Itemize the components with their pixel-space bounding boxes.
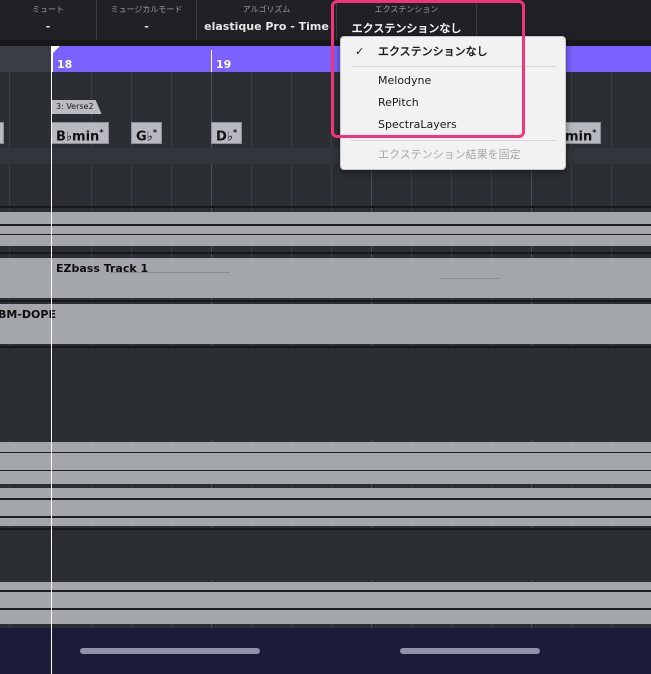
waveform [0,470,651,471]
waveform [80,648,260,654]
chord-event[interactable]: G♭* [131,122,162,144]
ruler-tick [211,50,212,72]
info-label: アルゴリズム [242,5,291,14]
chord-mark: * [232,128,238,137]
menu-item-no-extension[interactable]: ✓ エクステンションなし [341,41,565,63]
checkmark-icon: ✓ [355,45,365,58]
menu-item-spectralayers[interactable]: SpectraLayers [341,114,565,136]
info-column-extension[interactable]: エクステンション エクステンションなし [337,0,477,40]
audio-event[interactable] [0,488,651,526]
info-value: - [45,20,51,33]
waveform [0,224,651,226]
menu-item-repitch[interactable]: RePitch [341,92,565,114]
info-value: エクステンションなし [351,22,462,35]
midi-event[interactable]: BM-DOPE [0,304,651,344]
menu-separator [351,66,557,67]
empty-lane [0,530,651,580]
menu-item-label: Melodyne [378,74,432,87]
menu-item-label: エクステンション結果を固定 [378,148,521,161]
cubase-project-window: ミュート - ミュージカルモード - アルゴリズム elastique Pro … [0,0,651,674]
midi-note [110,272,230,273]
chord-event[interactable] [0,122,4,144]
info-value: - [144,20,149,33]
event-name: BM-DOPE [0,308,56,321]
info-label: ミュート [32,5,64,14]
chord-mark: * [592,128,597,137]
info-label: ミュージカルモード [110,5,183,14]
waveform [0,452,651,453]
info-label: エクステンション [374,5,439,14]
info-value: elastique Pro - Time [204,20,329,33]
chord-name: G♭ [136,129,153,145]
chord-event[interactable]: D♭* [211,122,243,145]
midi-note [440,278,500,279]
menu-item-label: RePitch [378,96,419,109]
bar-number: 18 [57,58,73,71]
midi-event[interactable]: EZbass Track 1 [0,258,651,298]
menu-separator [351,140,557,141]
waveform [0,498,651,500]
info-line: ミュート - ミュージカルモード - アルゴリズム elastique Pro … [0,0,651,40]
audio-event-dark[interactable] [0,628,651,674]
empty-lane [0,348,651,440]
chord-name: min [565,129,593,145]
chord-event[interactable]: B♭min* [51,122,109,144]
chord-name: B♭min [56,129,100,145]
waveform [0,590,651,592]
info-column-algorithm[interactable]: アルゴリズム elastique Pro - Time [197,0,337,40]
menu-item-freeze-extension: エクステンション結果を固定 [341,144,565,166]
project-cursor[interactable] [51,46,52,674]
info-column-empty [477,0,651,40]
menu-item-label: SpectraLayers [378,118,457,131]
info-column-musical-mode[interactable]: ミュージカルモード - [97,0,197,40]
bar-number: 19 [216,58,232,71]
track-separator [0,300,651,302]
audio-event[interactable] [0,442,651,484]
info-column-mute[interactable]: ミュート - [0,0,97,40]
audio-event[interactable] [0,582,651,624]
chord-name: D♭ [216,129,233,145]
audio-event[interactable] [0,212,651,246]
left-locator-icon[interactable] [52,46,60,54]
ruler-left [0,46,52,72]
menu-item-melodyne[interactable]: Melodyne [341,70,565,92]
chord-mark: * [99,128,104,137]
track-separator [0,252,651,254]
waveform [400,648,540,654]
waveform [0,234,651,235]
extension-dropdown-menu: ✓ エクステンションなし Melodyne RePitch SpectraLay… [340,36,566,170]
waveform [0,608,651,610]
event-name: EZbass Track 1 [56,262,149,275]
arranger-event[interactable]: 3: Verse2 [52,100,102,114]
chord-mark: * [152,128,157,137]
waveform [0,516,651,518]
menu-item-label: エクステンションなし [378,45,488,58]
chord-event[interactable]: min* [560,122,602,145]
track-separator [0,206,651,208]
